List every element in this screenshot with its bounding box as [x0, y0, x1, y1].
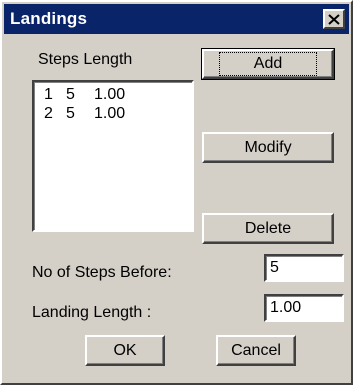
- steps-before-input[interactable]: [264, 254, 344, 282]
- window-title: Landings: [10, 9, 88, 28]
- landing-length-label: Landing Length :: [32, 304, 152, 321]
- list-header: Steps Length: [38, 51, 133, 68]
- close-button[interactable]: [323, 9, 345, 29]
- modify-button[interactable]: Modify: [202, 132, 334, 163]
- list-item-length: 1.00: [94, 86, 126, 103]
- ok-button[interactable]: OK: [85, 335, 165, 366]
- close-icon: [328, 13, 340, 25]
- steps-before-label: No of Steps Before:: [32, 264, 172, 281]
- landings-dialog: Landings Steps Length 1 5 1.00 2 5 1.00 …: [0, 0, 353, 385]
- landing-length-input[interactable]: [264, 294, 344, 322]
- list-item-steps: 5: [66, 105, 75, 122]
- add-button[interactable]: Add: [201, 48, 335, 80]
- delete-button-label: Delete: [244, 219, 292, 237]
- cancel-button-label: Cancel: [231, 341, 281, 359]
- list-item-length: 1.00: [94, 105, 126, 122]
- list-item-index: 1: [44, 86, 53, 103]
- modify-button-label: Modify: [244, 138, 292, 156]
- cancel-button[interactable]: Cancel: [216, 335, 296, 366]
- list-item-index: 2: [44, 105, 53, 122]
- list-item-steps: 5: [66, 86, 75, 103]
- title-bar[interactable]: Landings: [4, 4, 349, 34]
- ok-button-label: OK: [113, 341, 137, 359]
- landings-listbox[interactable]: 1 5 1.00 2 5 1.00: [32, 80, 194, 232]
- list-item[interactable]: 2 5 1.00: [44, 104, 192, 123]
- delete-button[interactable]: Delete: [202, 213, 334, 244]
- list-item[interactable]: 1 5 1.00: [44, 85, 192, 104]
- add-button-label: Add: [218, 52, 318, 76]
